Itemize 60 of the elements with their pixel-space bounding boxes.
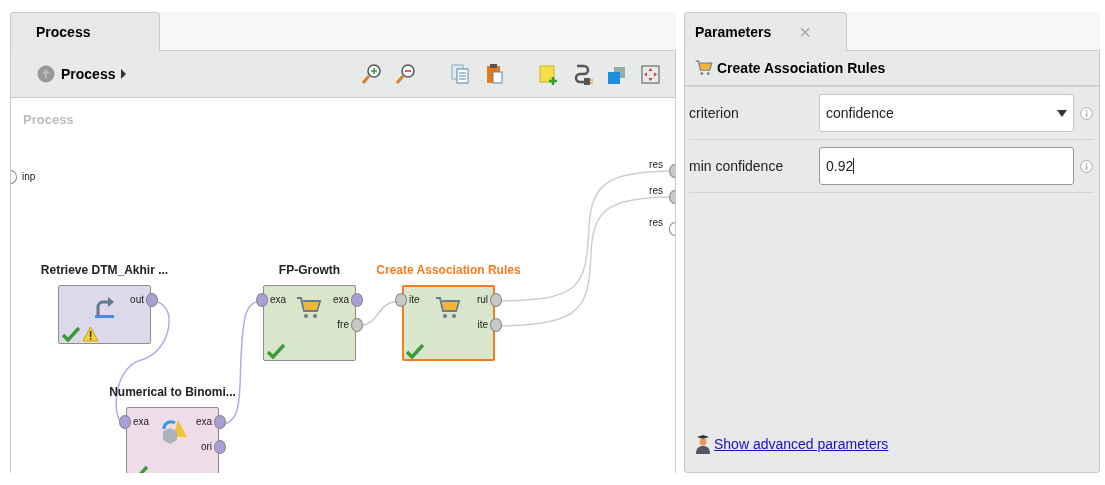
zoom-in-icon[interactable] bbox=[361, 63, 383, 85]
port-label: ite bbox=[409, 294, 420, 305]
breadcrumb[interactable]: Process bbox=[61, 66, 116, 82]
port-label: exa bbox=[270, 294, 287, 305]
expand-arrow-icon[interactable] bbox=[121, 69, 127, 79]
check-icon bbox=[62, 326, 80, 342]
operator-node[interactable] bbox=[126, 407, 219, 473]
dropdown-caret-icon[interactable] bbox=[1057, 109, 1067, 117]
input-port[interactable] bbox=[256, 293, 268, 307]
port-label: ori bbox=[200, 441, 212, 452]
input-field[interactable]: 0.92 bbox=[819, 147, 1074, 185]
operator-title: Retrieve DTM_Akhir ... bbox=[40, 263, 169, 277]
fit-frame-icon[interactable] bbox=[639, 63, 661, 85]
process-tab[interactable]: Process bbox=[10, 12, 160, 51]
warning-icon bbox=[82, 326, 99, 342]
output-port[interactable] bbox=[490, 293, 502, 307]
output-port[interactable] bbox=[214, 440, 226, 454]
port-label: exa bbox=[332, 294, 349, 305]
parameter-label: min confidence bbox=[689, 158, 785, 174]
operator-heading: Create Association Rules bbox=[717, 60, 886, 76]
cart-icon bbox=[296, 295, 322, 321]
output-port[interactable] bbox=[351, 318, 363, 332]
operator-node[interactable] bbox=[263, 285, 356, 361]
check-icon bbox=[406, 343, 424, 359]
criterion-dropdown[interactable]: confidence bbox=[819, 94, 1074, 132]
operator-node[interactable] bbox=[58, 285, 151, 344]
up-level-icon[interactable] bbox=[37, 65, 55, 83]
port-label: res bbox=[649, 185, 663, 196]
cart-icon bbox=[435, 295, 461, 321]
port-label: ite bbox=[477, 319, 488, 330]
graduate-icon bbox=[695, 434, 711, 454]
input-port[interactable] bbox=[119, 415, 131, 429]
output-port[interactable] bbox=[214, 415, 226, 429]
operator-title: FP-Growth bbox=[278, 263, 341, 277]
advanced-parameters-link[interactable]: Show advanced parameters bbox=[714, 436, 889, 452]
port-label: res bbox=[649, 159, 663, 170]
port-label: res bbox=[649, 217, 663, 228]
input-port[interactable] bbox=[395, 293, 407, 307]
check-icon bbox=[267, 343, 285, 359]
zoom-out-icon[interactable] bbox=[395, 63, 417, 85]
info-icon[interactable] bbox=[1080, 159, 1093, 173]
port-label: out bbox=[130, 294, 144, 305]
port-label: rul bbox=[476, 294, 488, 305]
info-icon[interactable] bbox=[1080, 106, 1093, 120]
output-port[interactable] bbox=[146, 293, 158, 307]
output-port[interactable] bbox=[490, 318, 502, 332]
port-label: inp bbox=[22, 171, 36, 182]
add-note-icon[interactable] bbox=[537, 63, 559, 85]
port-label: fre bbox=[337, 319, 349, 330]
parameter-label: criterion bbox=[689, 105, 740, 121]
operator-title: Create Association Rules bbox=[376, 263, 521, 277]
cart-icon bbox=[695, 59, 713, 77]
canvas-title: Process bbox=[23, 112, 74, 127]
operator-node[interactable] bbox=[402, 285, 495, 361]
copy-icon[interactable] bbox=[449, 63, 471, 85]
operator-title: Numerical to Binomi... bbox=[109, 385, 236, 399]
port-label: exa bbox=[133, 416, 150, 427]
parameters-tab[interactable]: Parameters × bbox=[684, 12, 847, 51]
port-label: exa bbox=[195, 416, 212, 427]
output-port[interactable] bbox=[351, 293, 363, 307]
